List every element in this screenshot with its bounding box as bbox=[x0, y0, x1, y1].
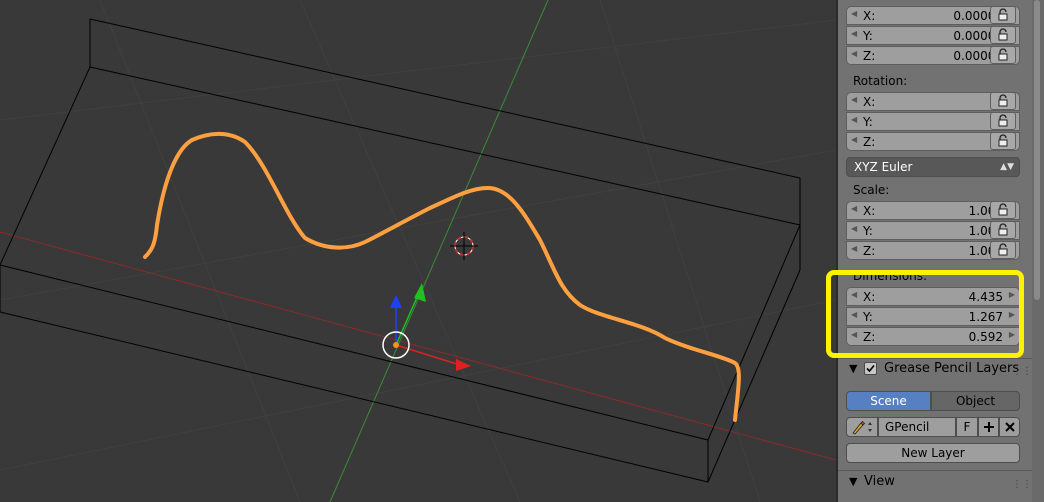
lock-scale-z-icon[interactable] bbox=[990, 241, 1016, 259]
axis-label: Y: bbox=[863, 115, 873, 129]
remove-datablock-button[interactable] bbox=[999, 417, 1020, 437]
rotation-label: Rotation: bbox=[853, 74, 908, 88]
panel-divider bbox=[838, 358, 1032, 359]
3d-cursor-icon[interactable] bbox=[450, 232, 478, 260]
panel-collapse-triangle-icon[interactable]: ▼ bbox=[849, 362, 857, 375]
tab-object[interactable]: Object bbox=[931, 391, 1020, 411]
decrement-arrow-icon[interactable]: ◀ bbox=[851, 135, 857, 144]
updown-arrows-icon: ▲▼ bbox=[1000, 162, 1014, 172]
axis-label: Z: bbox=[863, 135, 876, 149]
add-datablock-button[interactable] bbox=[978, 417, 999, 437]
3d-viewport[interactable] bbox=[0, 0, 836, 502]
transform-manipulator-icon[interactable] bbox=[382, 283, 471, 371]
y-axis-line bbox=[329, 0, 549, 502]
axis-label: X: bbox=[863, 204, 876, 218]
checkmark-icon bbox=[866, 364, 875, 373]
rotation-mode-select[interactable]: XYZ Euler ▲▼ bbox=[846, 157, 1020, 177]
decrement-arrow-icon[interactable]: ◀ bbox=[851, 29, 857, 38]
grease-pencil-checkbox[interactable] bbox=[864, 362, 877, 375]
panel-scrollbar-thumb[interactable] bbox=[1034, 0, 1040, 300]
decrement-arrow-icon[interactable]: ◀ bbox=[851, 49, 857, 58]
decrement-arrow-icon[interactable]: ◀ bbox=[851, 204, 857, 213]
fake-user-button[interactable]: F bbox=[956, 417, 978, 437]
lock-rotation-x-icon[interactable] bbox=[990, 92, 1016, 110]
scale-label: Scale: bbox=[853, 183, 890, 197]
viewport-scene bbox=[0, 0, 836, 502]
panel-drag-handle-icon[interactable]: ⋮⋮ bbox=[1012, 479, 1032, 490]
axis-label: Z: bbox=[863, 244, 876, 258]
decrement-arrow-icon[interactable]: ◀ bbox=[851, 95, 857, 104]
lock-location-z-icon[interactable] bbox=[990, 46, 1016, 64]
lock-scale-y-icon[interactable] bbox=[990, 221, 1016, 239]
plus-icon bbox=[984, 422, 994, 432]
decrement-arrow-icon[interactable]: ◀ bbox=[851, 244, 857, 253]
grease-pencil-panel-title: Grease Pencil Layers bbox=[884, 361, 1020, 376]
lock-location-y-icon[interactable] bbox=[990, 26, 1016, 44]
axis-label: X: bbox=[863, 95, 876, 109]
axis-label: Y: bbox=[863, 224, 873, 238]
pencil-icon bbox=[852, 420, 872, 435]
panel-drag-handle-icon[interactable]: ⋮⋮ bbox=[1012, 366, 1032, 377]
decrement-arrow-icon[interactable]: ◀ bbox=[851, 224, 857, 233]
gpencil-datablock-browse[interactable] bbox=[846, 417, 878, 437]
panel-divider bbox=[838, 470, 1032, 471]
dimensions-highlight-annotation bbox=[826, 270, 1024, 358]
lock-rotation-z-icon[interactable] bbox=[990, 132, 1016, 150]
panel-collapse-triangle-icon[interactable]: ▼ bbox=[849, 475, 857, 488]
rotation-mode-value: XYZ Euler bbox=[854, 160, 913, 174]
close-icon bbox=[1005, 422, 1015, 432]
lock-rotation-y-icon[interactable] bbox=[990, 112, 1016, 130]
axis-label: X: bbox=[863, 9, 876, 23]
lock-location-x-icon[interactable] bbox=[990, 6, 1016, 24]
tab-scene[interactable]: Scene bbox=[846, 391, 931, 411]
axis-label: Z: bbox=[863, 49, 876, 63]
decrement-arrow-icon[interactable]: ◀ bbox=[851, 115, 857, 124]
grease-pencil-stroke bbox=[143, 131, 741, 422]
new-layer-button[interactable]: New Layer bbox=[846, 443, 1020, 463]
gpencil-name-field[interactable]: GPencil bbox=[878, 417, 956, 437]
lock-scale-x-icon[interactable] bbox=[990, 201, 1016, 219]
view-panel-title: View bbox=[864, 474, 895, 489]
axis-label: Y: bbox=[863, 29, 873, 43]
decrement-arrow-icon[interactable]: ◀ bbox=[851, 9, 857, 18]
